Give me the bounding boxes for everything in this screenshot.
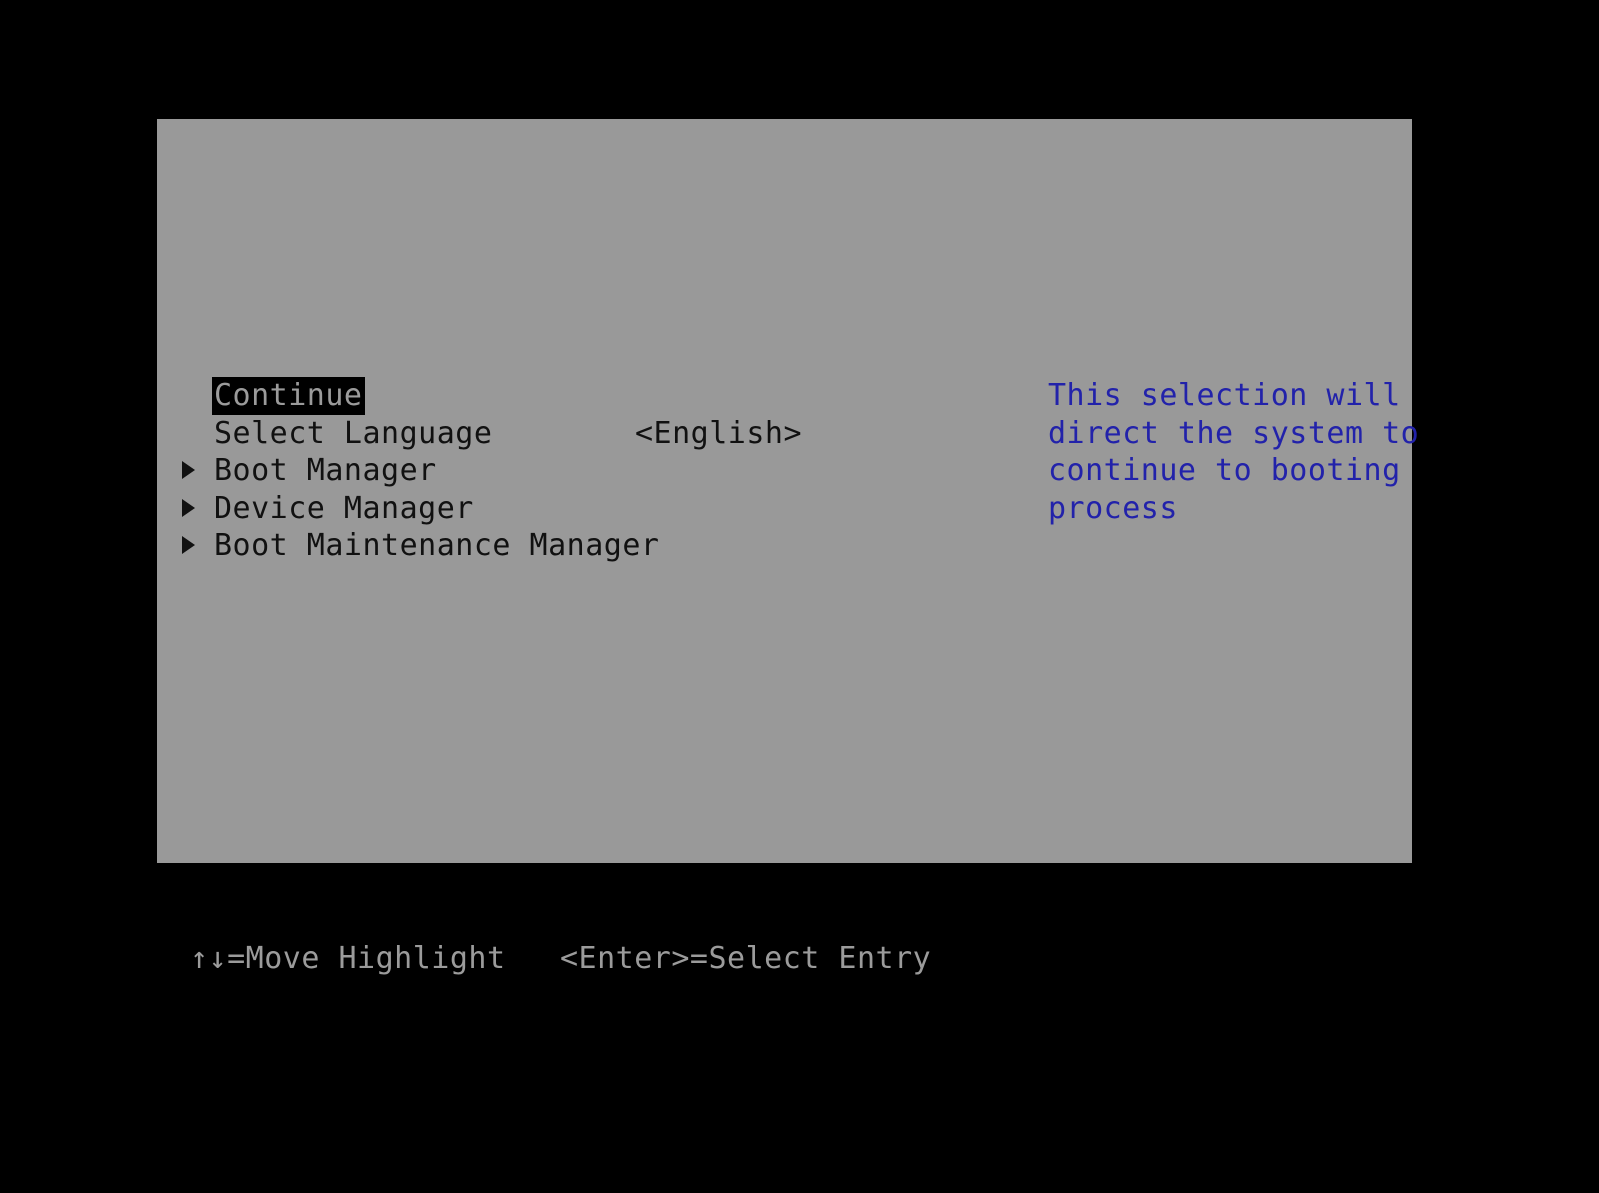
help-text-line: process: [1048, 490, 1178, 526]
help-text-panel: This selection will direct the system to…: [1048, 377, 1420, 527]
setup-panel: Continue Select Language <English> Boot …: [157, 119, 1420, 863]
submenu-triangle-icon: [182, 527, 204, 565]
submenu-triangle-icon: [182, 490, 204, 528]
menu-item-boot-maintenance-manager[interactable]: Boot Maintenance Manager: [169, 527, 829, 565]
menu-item-label: Boot Maintenance Manager: [214, 528, 660, 563]
submenu-triangle-icon: [182, 452, 204, 490]
menu-item-select-language[interactable]: Select Language <English>: [169, 415, 829, 453]
help-text-line: direct the system to: [1048, 415, 1420, 451]
menu-item-label: Device Manager: [214, 490, 474, 526]
help-text-line: This selection will: [1048, 378, 1401, 413]
status-hint-move-highlight: ↑↓=Move Highlight: [190, 941, 506, 976]
status-bar: ↑↓=Move Highlight <Enter>=Select Entry: [0, 938, 1599, 980]
menu-item-device-manager[interactable]: Device Manager: [169, 490, 829, 528]
menu-item-label: Boot Manager: [214, 453, 437, 488]
help-text-line: continue to booting: [1048, 453, 1401, 488]
setup-menu-list: Continue Select Language <English> Boot …: [169, 377, 829, 565]
menu-item-boot-manager[interactable]: Boot Manager: [169, 452, 829, 490]
menu-item-continue[interactable]: Continue: [169, 377, 829, 415]
status-hint-select-entry: <Enter>=Select Entry: [560, 941, 932, 976]
menu-item-label: Select Language: [214, 415, 493, 451]
menu-item-label: Continue: [212, 377, 365, 415]
select-language-value[interactable]: <English>: [635, 415, 802, 453]
